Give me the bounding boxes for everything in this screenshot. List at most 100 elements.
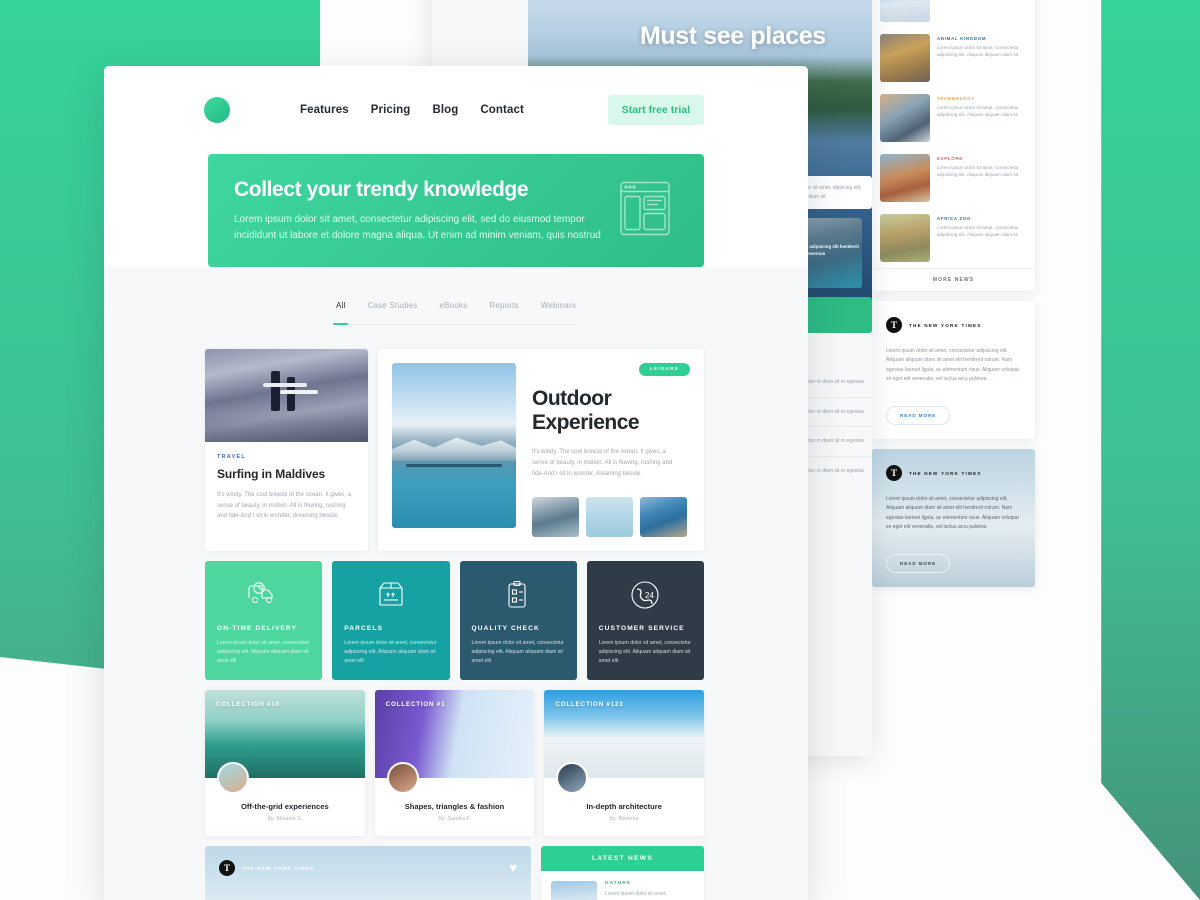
feature-tile-quality-check[interactable]: QUALITY CHECK Lorem ipsum dolor sit amet… — [459, 561, 577, 681]
list-item[interactable]: AFRICA ZOO Lorem ipsum dolor sit amet, c… — [880, 208, 1027, 268]
tab-case-studies[interactable]: Case Studies — [367, 301, 417, 317]
read-more-button[interactable]: READ MORE — [886, 554, 951, 573]
news-thumbnail — [551, 881, 597, 900]
background-news-sidebar: NATURE Lorem ipsum dolor sit amet, conse… — [872, 0, 1035, 597]
news-category: EXPLORE — [937, 156, 963, 161]
feature-tile-customer-service[interactable]: 24 CUSTOMER SERVICE Lorem ipsum dolor si… — [586, 561, 704, 681]
outdoor-thumbnail[interactable] — [640, 497, 687, 538]
news-excerpt: Lorem ipsum dolor sit amet, consectetur … — [937, 165, 1019, 178]
latest-news-header: LATEST NEWS — [541, 846, 704, 872]
collection-image: COLLECTION #123 — [544, 690, 705, 795]
surfing-article-card[interactable]: TRAVEL Surfing in Maldives It's windy. T… — [205, 349, 368, 552]
nyt-logo-icon: T — [886, 317, 902, 333]
middle-hero-title: Must see places — [640, 22, 826, 50]
tab-all[interactable]: All — [333, 301, 348, 325]
read-more-button[interactable]: READ MORE — [886, 406, 951, 425]
hero-title: Collect your trendy knowledge — [234, 178, 529, 201]
svg-text:24: 24 — [645, 591, 654, 600]
outdoor-thumbnail[interactable] — [586, 497, 633, 538]
feature-tile-on-time-delivery[interactable]: ON-TIME DELIVERY Lorem ipsum dolor sit a… — [205, 561, 323, 681]
delivery-truck-icon — [247, 580, 281, 611]
list-item[interactable]: NATURE Lorem ipsum dolor sit amet, — [541, 871, 704, 900]
news-excerpt: Lorem ipsum dolor sit amet, consectetur … — [937, 225, 1019, 238]
article-category: TRAVEL — [217, 454, 246, 460]
filter-tabs: All Case Studies eBooks Reports Webinars — [333, 301, 577, 325]
filter-tabs-wrapper: All Case Studies eBooks Reports Webinars — [104, 267, 808, 325]
nav-link-features[interactable]: Features — [300, 104, 349, 116]
nav-link-blog[interactable]: Blog — [432, 104, 458, 116]
nyt-article-card: T THE NEW YORK TIMES Lorem ipsum dolor s… — [872, 301, 1035, 439]
list-item[interactable]: ANIMAL KINGDOM Lorem ipsum dolor sit ame… — [880, 28, 1027, 88]
hero-section-wrapper: Collect your trendy knowledge Lorem ipsu… — [104, 154, 808, 267]
outdoor-thumbnail[interactable] — [532, 497, 579, 538]
tile-text: Lorem ipsum dolor sit amet, consectetur … — [344, 640, 437, 665]
phone-24h-icon: 24 — [629, 580, 661, 615]
collection-title: In-depth architecture — [586, 802, 662, 812]
news-category: ANIMAL KINGDOM — [937, 36, 987, 41]
news-category: NATURE — [605, 881, 632, 887]
news-category: TECHNOLOGY — [937, 96, 975, 101]
nyt-logo-icon: T — [886, 465, 902, 481]
news-thumbnail — [880, 154, 930, 202]
layout-window-icon — [620, 181, 670, 240]
tile-title: CUSTOMER SERVICE — [598, 625, 685, 633]
tile-text: Lorem ipsum dolor sit amet, consectetur … — [598, 640, 692, 665]
leisure-badge: LEISURE — [638, 363, 690, 376]
collection-card[interactable]: COLLECTION #123 In-depth architecture By… — [544, 690, 705, 837]
collection-card[interactable]: COLLECTION #1 Shapes, triangles & fashio… — [374, 690, 535, 837]
tile-text: Lorem ipsum dolor sit amet, consectetur … — [471, 640, 564, 665]
collection-image: COLLECTION #10 — [205, 690, 365, 795]
more-news-button[interactable]: MORE NEWS — [872, 268, 1035, 291]
feature-tile-parcels[interactable]: PARCELS Lorem ipsum dolor sit amet, cons… — [332, 561, 450, 681]
nyt-publisher-name: THE NEW YORK TIMES — [242, 865, 315, 871]
nyt-banner-card[interactable]: T THE NEW YORK TIMES ♥ — [205, 846, 531, 900]
clipboard-check-icon — [506, 580, 530, 615]
tile-text: Lorem ipsum dolor sit amet, consectetur … — [217, 640, 310, 665]
nav-links: Features Pricing Blog Contact — [300, 104, 524, 116]
feature-tiles-row: ON-TIME DELIVERY Lorem ipsum dolor sit a… — [205, 561, 704, 681]
nyt-article-text: Lorem ipsum dolor sit amet, consectetur … — [886, 348, 1019, 382]
foreground-page: Features Pricing Blog Contact Start free… — [104, 66, 808, 900]
heart-icon[interactable]: ♥ — [509, 860, 517, 875]
outdoor-title-line2: Experience — [532, 410, 640, 434]
list-item[interactable]: EXPLORE Lorem ipsum dolor sit amet, cons… — [880, 148, 1027, 208]
nyt-logo-icon: T — [219, 860, 235, 877]
logo-circle-icon[interactable] — [204, 97, 230, 123]
top-navigation-bar: Features Pricing Blog Contact Start free… — [104, 66, 808, 154]
collection-author: By: Sandra F. — [438, 816, 471, 823]
hero-banner: Collect your trendy knowledge Lorem ipsu… — [208, 154, 704, 267]
collections-row: COLLECTION #10 Off-the-grid experiences … — [205, 690, 705, 837]
news-thumbnail — [880, 94, 930, 142]
outdoor-thumbnail-strip — [532, 497, 690, 538]
tab-webinars[interactable]: Webinars — [541, 301, 576, 317]
outdoor-excerpt: It's windy. The cool breeze of the ocean… — [532, 449, 673, 477]
news-list: NATURE Lorem ipsum dolor sit amet, conse… — [872, 0, 1035, 268]
collection-card[interactable]: COLLECTION #10 Off-the-grid experiences … — [205, 690, 365, 837]
news-excerpt: Lorem ipsum dolor sit amet, consectetur … — [937, 45, 1019, 58]
featured-row: TRAVEL Surfing in Maldives It's windy. T… — [205, 349, 704, 552]
nav-link-pricing[interactable]: Pricing — [371, 104, 411, 116]
list-item[interactable]: NATURE Lorem ipsum dolor sit amet, conse… — [880, 0, 1027, 28]
surfing-photo — [205, 349, 368, 442]
nyt-publisher-name: THE NEW YORK TIMES — [909, 470, 982, 476]
parcel-box-icon — [378, 580, 404, 613]
avatar — [386, 762, 419, 795]
news-thumbnail — [880, 34, 930, 82]
nav-link-contact[interactable]: Contact — [480, 104, 524, 116]
news-list-card: NATURE Lorem ipsum dolor sit amet, conse… — [872, 0, 1035, 291]
article-excerpt: It's windy. The cool breeze of the ocean… — [217, 492, 351, 519]
start-free-trial-button[interactable]: Start free trial — [607, 95, 704, 125]
collection-title: Shapes, triangles & fashion — [404, 802, 505, 812]
list-item[interactable]: TECHNOLOGY Lorem ipsum dolor sit amet, c… — [880, 88, 1027, 148]
news-excerpt: Lorem ipsum dolor sit amet, — [605, 891, 667, 898]
tab-ebooks[interactable]: eBooks — [439, 301, 467, 317]
tile-title: QUALITY CHECK — [471, 625, 540, 633]
collection-label: COLLECTION #10 — [216, 701, 280, 709]
collection-label: COLLECTION #123 — [555, 701, 624, 709]
outdoor-title-line1: Outdoor — [532, 387, 612, 410]
collection-author: By: Benhour — [609, 816, 640, 823]
outdoor-experience-card[interactable]: LEISURE Outdoor Experience It's windy. T… — [378, 349, 704, 552]
tab-reports[interactable]: Reports — [489, 301, 518, 317]
article-title: Surfing in Maldives — [217, 467, 326, 481]
news-excerpt: Lorem ipsum dolor sit amet, consectetur … — [937, 105, 1019, 118]
